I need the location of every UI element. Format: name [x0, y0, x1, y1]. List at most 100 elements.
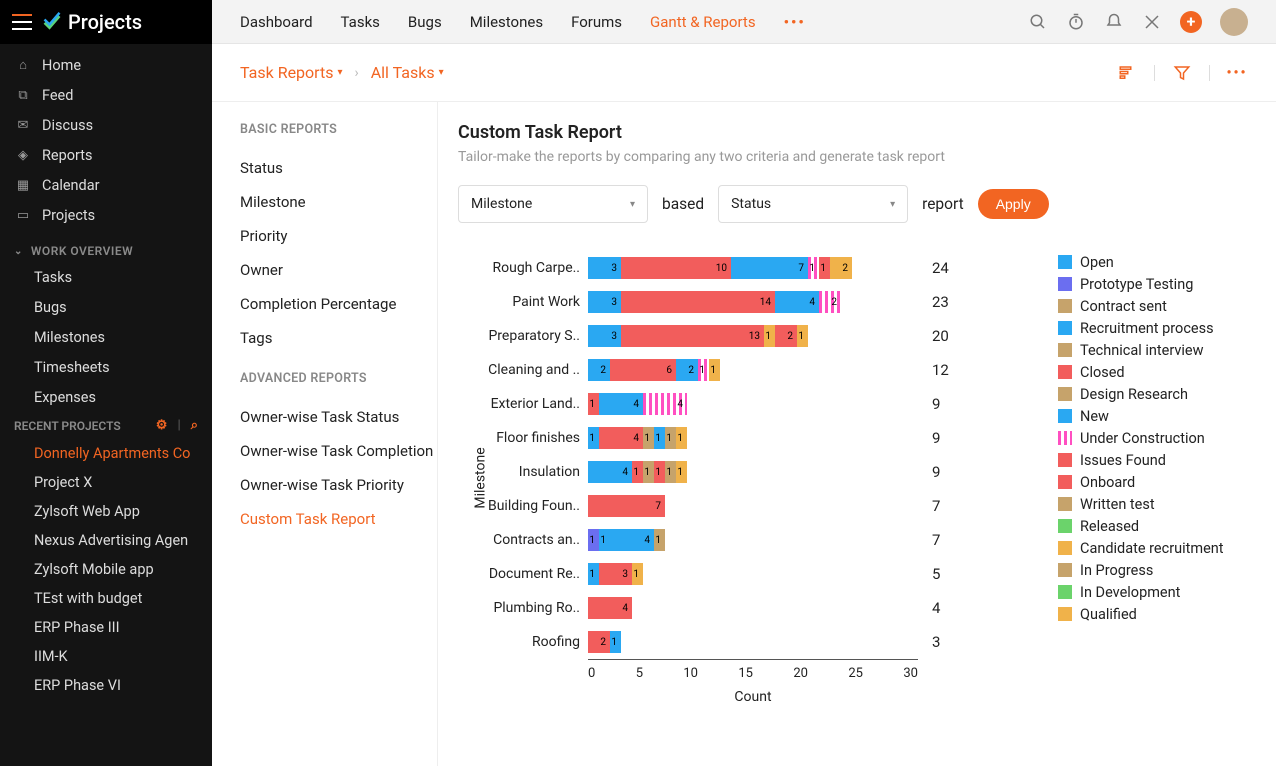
tab-bugs[interactable]: Bugs — [408, 13, 442, 31]
recent-project-item[interactable]: Project X — [0, 468, 212, 497]
nav-item-reports[interactable]: ◈Reports — [0, 140, 212, 170]
search-icon[interactable] — [1028, 12, 1048, 32]
basic-report-item[interactable]: Owner — [240, 253, 437, 287]
legend-item[interactable]: Candidate recruitment — [1058, 537, 1224, 559]
basic-report-item[interactable]: Completion Percentage — [240, 287, 437, 321]
filter-icon[interactable] — [1171, 64, 1193, 82]
chart-bar[interactable]: 7 — [588, 494, 918, 518]
work-overview-header[interactable]: ⌄ WORK OVERVIEW — [0, 236, 212, 262]
more-icon[interactable]: ••• — [1226, 65, 1248, 81]
legend-item[interactable]: Onboard — [1058, 471, 1224, 493]
brand-bar: Projects — [0, 0, 212, 44]
nav-item-feed[interactable]: ⧉Feed — [0, 80, 212, 110]
tab-dashboard[interactable]: Dashboard — [240, 13, 313, 31]
legend-item[interactable]: Issues Found — [1058, 449, 1224, 471]
recent-settings-icon[interactable]: ⚙ — [156, 418, 168, 433]
overview-item-bugs[interactable]: Bugs — [0, 292, 212, 322]
chart-total-label: 4 — [918, 599, 958, 617]
tools-icon[interactable] — [1142, 12, 1162, 32]
chart-bar[interactable]: 31442 — [588, 290, 918, 314]
legend-item[interactable]: Recruitment process — [1058, 317, 1224, 339]
advanced-report-item[interactable]: Owner-wise Task Completion — [240, 434, 437, 468]
overview-item-timesheets[interactable]: Timesheets — [0, 352, 212, 382]
chart-segment: 1 — [698, 359, 709, 381]
legend-label: Contract sent — [1080, 298, 1167, 315]
timer-icon[interactable] — [1066, 12, 1086, 32]
apply-button[interactable]: Apply — [978, 189, 1049, 219]
add-button[interactable]: + — [1180, 11, 1202, 33]
nav-item-projects[interactable]: ▭Projects — [0, 200, 212, 230]
overview-item-milestones[interactable]: Milestones — [0, 322, 212, 352]
advanced-report-item[interactable]: Owner-wise Task Status — [240, 400, 437, 434]
chart-x-axis: 051015202530 — [588, 659, 918, 681]
recent-project-item[interactable]: Zylsoft Mobile app — [0, 555, 212, 584]
nav-item-discuss[interactable]: ✉Discuss — [0, 110, 212, 140]
chart-row: Insulation4111119 — [458, 455, 998, 489]
chart-segment: 1 — [632, 563, 643, 585]
chart-segment: 4 — [643, 393, 687, 415]
legend-item[interactable]: Closed — [1058, 361, 1224, 383]
chart-bar[interactable]: 144 — [588, 392, 918, 416]
legend-item[interactable]: In Development — [1058, 581, 1224, 603]
legend-item[interactable]: Open — [1058, 251, 1224, 273]
crumb-task-reports[interactable]: Task Reports ▾ — [240, 63, 343, 82]
legend-label: Candidate recruitment — [1080, 540, 1224, 557]
recent-project-item[interactable]: IIM-K — [0, 642, 212, 671]
recent-project-item[interactable]: ERP Phase VI — [0, 671, 212, 700]
select-criteria-1[interactable]: Milestone ▾ — [458, 185, 648, 223]
legend-item[interactable]: New — [1058, 405, 1224, 427]
legend-label: Technical interview — [1080, 342, 1204, 359]
chart-bar[interactable]: 141111 — [588, 426, 918, 450]
legend-item[interactable]: Written test — [1058, 493, 1224, 515]
legend-label: New — [1080, 408, 1109, 425]
recent-project-item[interactable]: ERP Phase III — [0, 613, 212, 642]
chart-bar[interactable]: 131 — [588, 562, 918, 586]
legend-swatch — [1058, 343, 1072, 357]
chart-bar[interactable]: 3107112 — [588, 256, 918, 280]
legend-item[interactable]: Contract sent — [1058, 295, 1224, 317]
basic-report-item[interactable]: Status — [240, 151, 437, 185]
overview-item-tasks[interactable]: Tasks — [0, 262, 212, 292]
chart-bar[interactable]: 4 — [588, 596, 918, 620]
legend-item[interactable]: In Progress — [1058, 559, 1224, 581]
basic-report-item[interactable]: Tags — [240, 321, 437, 355]
legend-item[interactable]: Qualified — [1058, 603, 1224, 625]
tab-gantt-reports[interactable]: Gantt & Reports — [650, 13, 756, 31]
hamburger-icon[interactable] — [12, 14, 32, 30]
legend-item[interactable]: Technical interview — [1058, 339, 1224, 361]
basic-report-item[interactable]: Priority — [240, 219, 437, 253]
basic-report-item[interactable]: Milestone — [240, 185, 437, 219]
tab-milestones[interactable]: Milestones — [470, 13, 543, 31]
tab-forums[interactable]: Forums — [571, 13, 622, 31]
recent-project-item[interactable]: Nexus Advertising Agen — [0, 526, 212, 555]
chart-bar[interactable]: 313121 — [588, 324, 918, 348]
chart-bar[interactable]: 21 — [588, 630, 918, 654]
more-tabs-button[interactable]: ••• — [784, 13, 806, 31]
legend-item[interactable]: Under Construction — [1058, 427, 1224, 449]
select-criteria-2[interactable]: Status ▾ — [718, 185, 908, 223]
nav-item-home[interactable]: ⌂Home — [0, 50, 212, 80]
legend-item[interactable]: Design Research — [1058, 383, 1224, 405]
advanced-report-item[interactable]: Custom Task Report — [240, 502, 437, 536]
overview-item-expenses[interactable]: Expenses — [0, 382, 212, 412]
legend-item[interactable]: Released — [1058, 515, 1224, 537]
brand-title: Projects — [68, 10, 142, 34]
chart-view-icon[interactable] — [1116, 64, 1138, 82]
advanced-report-item[interactable]: Owner-wise Task Priority — [240, 468, 437, 502]
nav-item-calendar[interactable]: ▦Calendar — [0, 170, 212, 200]
tab-tasks[interactable]: Tasks — [341, 13, 380, 31]
recent-project-item[interactable]: Donnelly Apartments Co — [0, 439, 212, 468]
chart-bar[interactable]: 26211 — [588, 358, 918, 382]
avatar[interactable] — [1220, 8, 1248, 36]
recent-project-item[interactable]: TEst with budget — [0, 584, 212, 613]
chart-bar[interactable]: 411111 — [588, 460, 918, 484]
chart-segment: 1 — [588, 563, 599, 585]
chart-segment: 1 — [676, 427, 687, 449]
recent-search-icon[interactable]: ⌕ — [191, 418, 198, 433]
crumb-all-tasks[interactable]: All Tasks ▾ — [371, 63, 444, 82]
legend-item[interactable]: Prototype Testing — [1058, 273, 1224, 295]
bell-icon[interactable] — [1104, 12, 1124, 32]
report-panel: Custom Task Report Tailor-make the repor… — [438, 102, 1276, 766]
chart-bar[interactable]: 1141 — [588, 528, 918, 552]
recent-project-item[interactable]: Zylsoft Web App — [0, 497, 212, 526]
